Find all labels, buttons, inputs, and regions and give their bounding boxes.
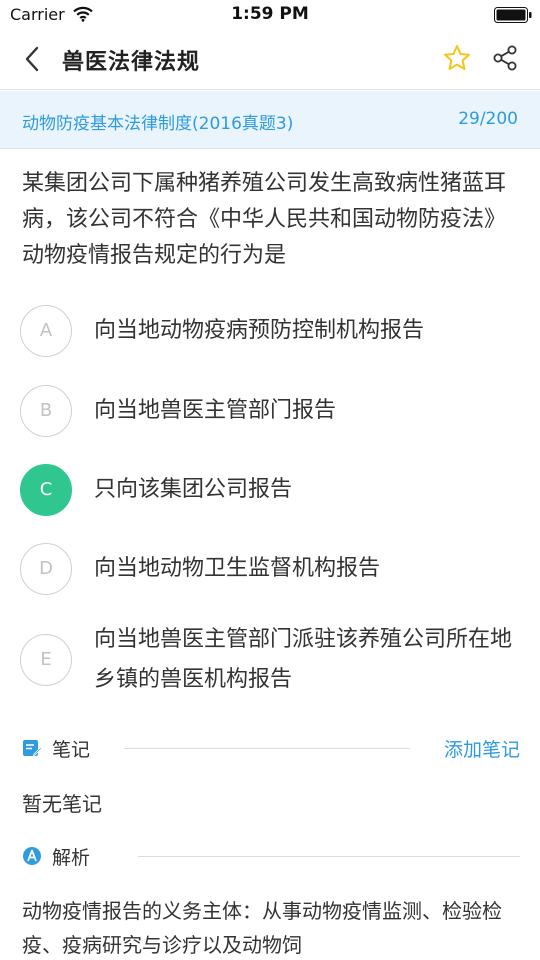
option-text: 向当地兽医主管部门派驻该养殖公司所在地乡镇的兽医机构报告 (94, 627, 513, 692)
divider (138, 856, 520, 857)
status-bar: Carrier 1:59 PM (0, 0, 540, 30)
chevron-left-icon[interactable] (18, 44, 48, 74)
option-text: 向当地动物疫病预防控制机构报告 (94, 318, 425, 343)
option-text: 向当地动物卫生监督机构报告 (94, 556, 381, 581)
notes-empty-text: 暂无笔记 (22, 792, 102, 816)
option-d[interactable]: D 向当地动物卫生监督机构报告 (20, 543, 520, 595)
analysis-section-header: 解析 (22, 841, 520, 871)
notes-section-header: 笔记 添加笔记 (22, 733, 520, 763)
analysis-text: 动物疫情报告的义务主体：从事动物疫情监测、检验检疫、疫病研究与诊疗以及动物饲 (22, 899, 502, 957)
topic-label: 动物防疫基本法律制度(2016真题3) (22, 114, 294, 134)
notes-title: 笔记 (52, 739, 91, 761)
star-icon[interactable] (442, 43, 472, 73)
add-note-button[interactable]: 添加笔记 (444, 735, 520, 762)
question-text: 某集团公司下属种猪养殖公司发生高致病性猪蓝耳病，该公司不符合《中华人民共和国动物… (22, 171, 507, 268)
option-text: 向当地兽医主管部门报告 (94, 398, 337, 423)
nav-bar: 兽医法律法规 (0, 30, 540, 90)
option-b[interactable]: B 向当地兽医主管部门报告 (20, 385, 520, 437)
share-icon[interactable] (490, 43, 520, 73)
option-e[interactable]: E 向当地兽医主管部门派驻该养殖公司所在地乡镇的兽医机构报告 (20, 620, 520, 700)
divider (124, 748, 410, 749)
option-text: 只向该集团公司报告 (94, 477, 293, 502)
option-letter: E (20, 634, 72, 686)
option-letter: A (20, 305, 72, 357)
question-progress: 29/200 (458, 109, 518, 129)
option-a[interactable]: A 向当地动物疫病预防控制机构报告 (20, 305, 520, 357)
battery-icon (494, 7, 532, 23)
option-letter: B (20, 385, 72, 437)
option-letter: D (20, 543, 72, 595)
note-edit-icon (23, 740, 42, 757)
status-time: 1:59 PM (231, 4, 309, 24)
analysis-title: 解析 (52, 847, 91, 869)
topic-bar: 动物防疫基本法律制度(2016真题3) 29/200 (0, 91, 540, 149)
option-letter-selected: C (20, 464, 72, 516)
option-c[interactable]: C 只向该集团公司报告 (20, 464, 520, 516)
analysis-a-icon (23, 847, 41, 865)
page-title: 兽医法律法规 (62, 50, 201, 75)
